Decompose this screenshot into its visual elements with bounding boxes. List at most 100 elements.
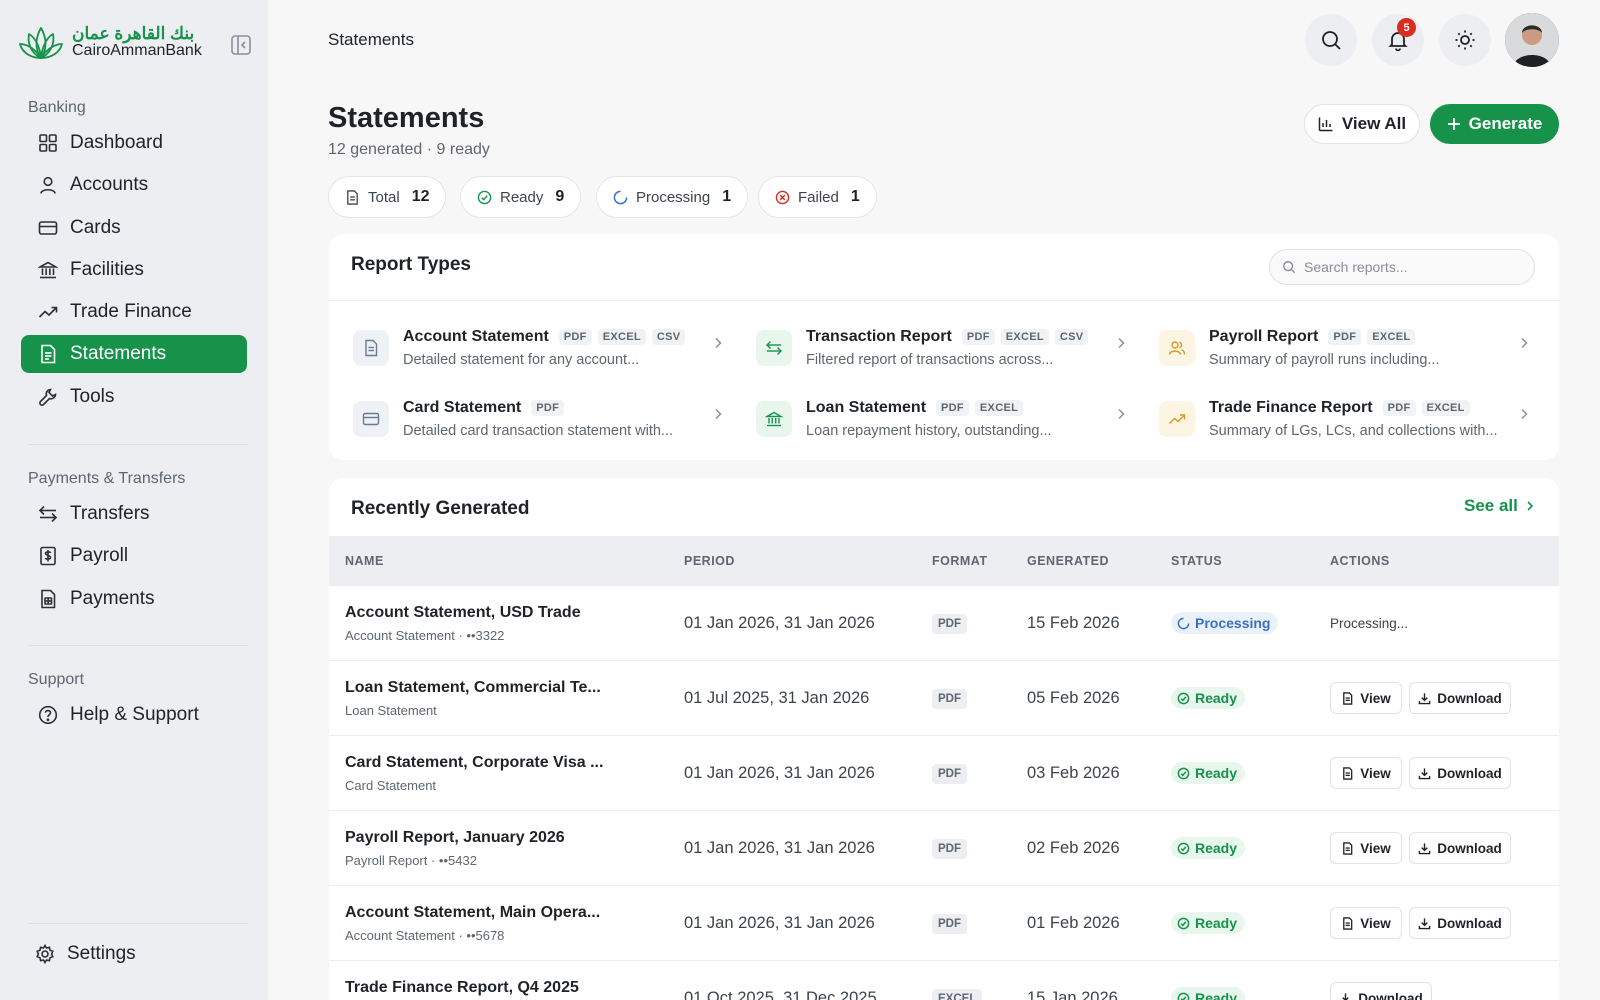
sidebar-item-label: Accounts (70, 174, 149, 196)
nav-section-banking: Banking Dashboard Accounts Cards Facilit… (21, 96, 247, 420)
status-badge: Processing (1171, 612, 1279, 634)
sidebar-item-trade-finance[interactable]: Trade Finance (21, 293, 247, 331)
sidebar-item-transfers[interactable]: Transfers (21, 495, 247, 533)
sidebar-item-facilities[interactable]: Facilities (21, 251, 247, 289)
row-name: Card Statement, Corporate Visa ... (345, 754, 604, 771)
download-icon (1418, 692, 1431, 705)
table-row[interactable]: Card Statement, Corporate Visa ... Card … (329, 736, 1559, 811)
brand-logo[interactable]: بنك القاهرة عمان CairoAmmanBank (18, 22, 202, 62)
sidebar-item-label: Cards (70, 216, 121, 238)
view-button[interactable]: View (1330, 907, 1402, 939)
report-type-name: Account Statement (403, 328, 549, 345)
stat-pill-failed[interactable]: Failed 1 (758, 176, 877, 218)
report-type-desc: Detailed card transaction statement with… (403, 423, 673, 439)
format-tag: CSV (1054, 329, 1089, 345)
chevron-right-icon (1524, 500, 1536, 512)
sidebar-divider (28, 923, 248, 924)
page-subtitle: 12 generated · 9 ready (328, 141, 490, 158)
search-reports-input[interactable] (1304, 259, 1524, 275)
search-icon (1282, 260, 1296, 274)
sidebar-divider (28, 645, 248, 646)
column-header-actions: ACTIONS (1330, 554, 1390, 568)
download-button[interactable]: Download (1330, 982, 1432, 1000)
view-button[interactable]: View (1330, 682, 1402, 714)
report-type-payroll-report[interactable]: Payroll Report PDF EXCEL Summary of payrol… (1135, 326, 1528, 376)
theme-toggle-button[interactable] (1439, 14, 1491, 66)
stat-pill-total[interactable]: Total 12 (328, 176, 447, 218)
report-type-card-statement[interactable]: Card Statement PDF Detailed card transact… (329, 397, 722, 447)
format-tag: CSV (651, 329, 686, 345)
sidebar-item-tools[interactable]: Tools (21, 378, 247, 416)
format-tag: PDF (961, 329, 995, 345)
format-tag: PDF (936, 400, 969, 416)
recently-generated-title: Recently Generated (351, 498, 530, 519)
table-row[interactable]: Account Statement, USD Trade Account Sta… (329, 586, 1559, 661)
table-row[interactable]: Trade Finance Report, Q4 2025 01 Oct 202… (329, 961, 1559, 1000)
stat-pill-ready[interactable]: Ready 9 (460, 176, 582, 218)
see-all-link[interactable]: See all (1464, 496, 1536, 516)
sidebar-item-statements[interactable]: Statements (21, 335, 247, 374)
card-icon (38, 218, 58, 238)
sidebar-item-payroll[interactable]: Payroll (21, 537, 247, 575)
settings-label: Settings (67, 943, 136, 964)
report-type-name: Trade Finance Report (1209, 399, 1373, 416)
table-row[interactable]: Loan Statement, Commercial Te... Loan St… (329, 661, 1559, 736)
table-row[interactable]: Account Statement, Main Opera... Account… (329, 886, 1559, 961)
download-button[interactable]: Download (1409, 757, 1511, 789)
search-button[interactable] (1305, 14, 1357, 66)
view-all-button[interactable]: View All (1304, 104, 1420, 144)
search-reports-box[interactable] (1269, 249, 1535, 285)
check-circle-icon (1177, 992, 1190, 1000)
report-type-loan-statement[interactable]: Loan Statement PDF EXCEL Loan repayment hi… (732, 397, 1125, 447)
stat-label: Ready (500, 188, 544, 206)
report-type-account-statement[interactable]: Account Statement PDF EXCEL CSV Detailed st… (329, 326, 722, 376)
column-header-name: NAME (345, 554, 384, 568)
section-label: Payments & Transfers (28, 470, 186, 487)
chevron-right-icon (711, 336, 725, 350)
report-types-card: Report Types Account Statement PDF EXCEL CS… (329, 234, 1559, 460)
sidebar-item-cards[interactable]: Cards (21, 209, 247, 247)
sidebar-item-payments[interactable]: Payments (21, 580, 247, 618)
sidebar-item-dashboard[interactable]: Dashboard (21, 124, 247, 162)
notifications-button[interactable]: 5 (1372, 14, 1424, 66)
sidebar-item-label: Help & Support (70, 704, 199, 725)
user-icon (38, 175, 58, 195)
row-name: Account Statement, USD Trade (345, 604, 581, 621)
download-button[interactable]: Download (1409, 682, 1511, 714)
download-label: Download (1437, 915, 1502, 931)
sidebar-item-label: Trade Finance (70, 301, 192, 323)
sidebar-collapse-icon[interactable] (230, 34, 252, 56)
format-tag: EXCEL (1421, 400, 1470, 416)
sidebar-item-label: Facilities (70, 258, 144, 280)
download-icon (1339, 992, 1352, 1000)
chevron-right-icon (711, 407, 725, 421)
x-circle-icon (775, 190, 790, 205)
row-subtitle: Account Statement · ••3322 (345, 628, 505, 643)
download-icon (1418, 917, 1431, 930)
view-button[interactable]: View (1330, 757, 1402, 789)
sidebar: بنك القاهرة عمان CairoAmmanBank Banking … (0, 0, 268, 1000)
card-icon (353, 401, 389, 437)
generate-button[interactable]: Generate (1430, 104, 1559, 144)
column-header-generated: GENERATED (1027, 554, 1110, 568)
report-type-name: Card Statement (403, 399, 522, 416)
download-button[interactable]: Download (1409, 907, 1511, 939)
document-icon (1341, 916, 1354, 930)
download-button[interactable]: Download (1409, 832, 1511, 864)
row-period: 01 Jan 2026, 31 Jan 2026 (684, 839, 875, 857)
table-row[interactable]: Payroll Report, January 2026 Payroll Rep… (329, 811, 1559, 886)
report-type-transaction-report[interactable]: Transaction Report PDF EXCEL CSV Filtered r… (732, 326, 1125, 376)
sidebar-item-accounts[interactable]: Accounts (21, 166, 247, 204)
stat-pill-processing[interactable]: Processing 1 (596, 176, 749, 218)
sidebar-item-settings[interactable]: Settings (18, 935, 244, 973)
stat-value: 1 (722, 188, 732, 205)
sidebar-item-help-support[interactable]: Help & Support (21, 696, 247, 734)
document-icon (1341, 691, 1354, 705)
document-icon (38, 344, 58, 364)
help-icon (38, 705, 58, 725)
format-tag: PDF (1328, 329, 1362, 345)
report-type-trade-finance-report[interactable]: Trade Finance Report PDF EXCEL Summary of … (1135, 397, 1528, 447)
view-label: View (1360, 915, 1391, 931)
view-button[interactable]: View (1330, 832, 1402, 864)
avatar[interactable] (1505, 13, 1559, 67)
